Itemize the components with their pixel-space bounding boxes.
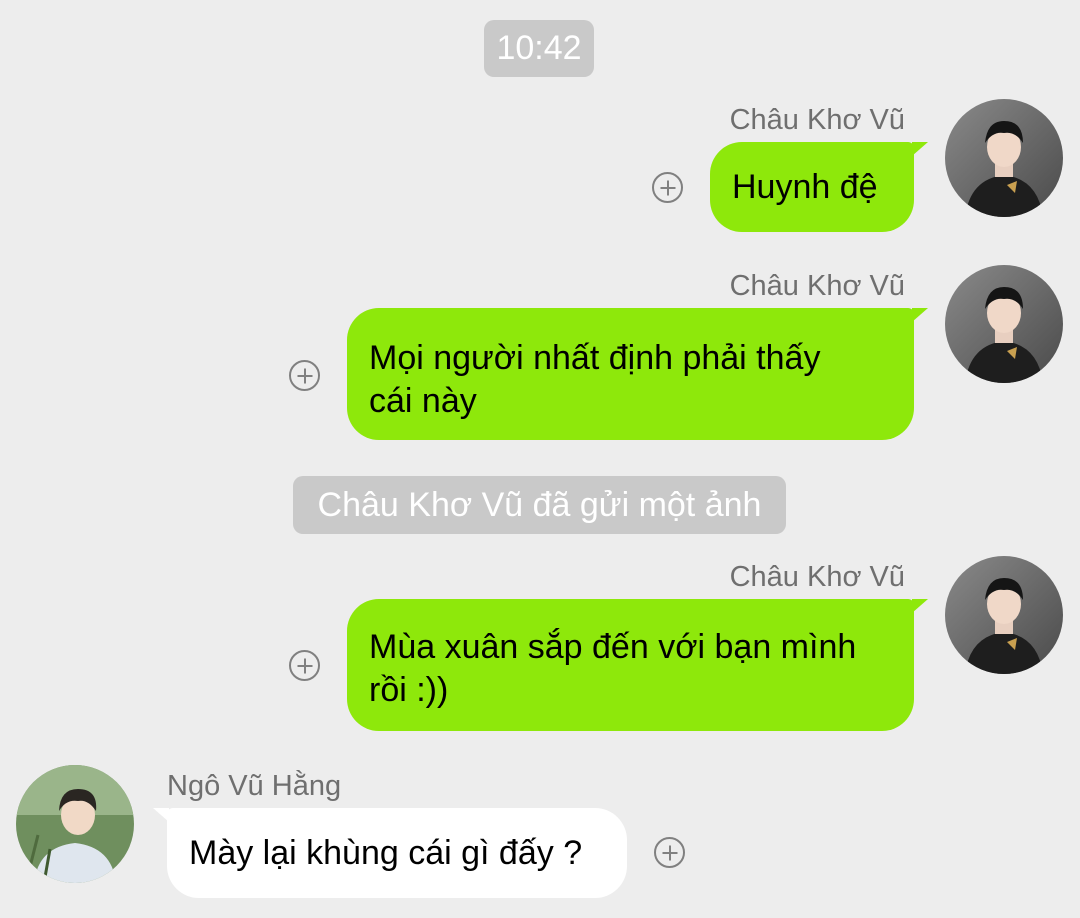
avatar[interactable] (945, 99, 1063, 217)
sender-name: Châu Khơ Vũ (729, 561, 905, 593)
message-bubble[interactable]: Huynh đệ (710, 142, 914, 232)
message-text: Huynh đệ (732, 168, 878, 206)
bubble-tail (912, 142, 928, 156)
add-reaction-icon[interactable] (654, 837, 685, 868)
add-reaction-icon[interactable] (289, 360, 320, 391)
message-text: Mày lại khùng cái gì đấy ? (189, 834, 583, 872)
add-reaction-icon[interactable] (652, 172, 683, 203)
message-text-line: rồi :)) (369, 671, 449, 709)
message-text-line: cái này (369, 382, 477, 420)
message-text-line: Mọi người nhất định phải thấy (369, 339, 821, 377)
avatar[interactable] (16, 765, 134, 883)
timestamp-pill: 10:42 (484, 20, 594, 77)
sender-name: Châu Khơ Vũ (729, 104, 905, 136)
bubble-tail (912, 599, 928, 613)
system-notice: Châu Khơ Vũ đã gửi một ảnh (293, 476, 786, 534)
message-bubble[interactable]: Mày lại khùng cái gì đấy ? (167, 808, 627, 898)
sender-name: Ngô Vũ Hằng (167, 770, 342, 802)
message-bubble[interactable]: Mùa xuân sắp đến với bạn mình rồi :)) (347, 599, 914, 731)
sender-name: Châu Khơ Vũ (729, 270, 905, 302)
message-text-line: Mùa xuân sắp đến với bạn mình (369, 628, 857, 666)
avatar[interactable] (945, 556, 1063, 674)
bubble-tail (912, 308, 928, 322)
message-bubble[interactable]: Mọi người nhất định phải thấy cái này (347, 308, 914, 440)
avatar[interactable] (945, 265, 1063, 383)
add-reaction-icon[interactable] (289, 650, 320, 681)
